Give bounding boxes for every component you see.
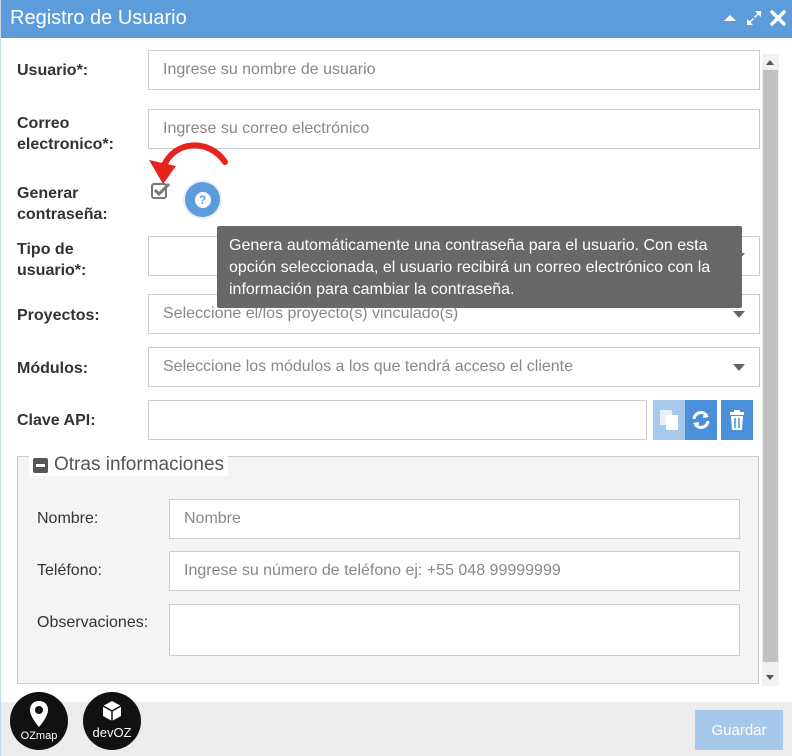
help-icon[interactable]: ? xyxy=(185,182,220,217)
chevron-down-icon xyxy=(733,311,745,318)
devoz-cube-logo xyxy=(102,701,122,721)
close-icon[interactable] xyxy=(769,9,787,27)
username-input[interactable]: Ingrese su nombre de usuario xyxy=(148,50,760,90)
username-placeholder: Ingrese su nombre de usuario xyxy=(163,61,376,78)
window-title: Registro de Usuario xyxy=(10,7,187,29)
regenerate-api-key-button[interactable] xyxy=(685,400,717,440)
delete-api-key-button[interactable] xyxy=(721,400,753,440)
modules-select[interactable]: Seleccione los módulos a los que tendrá … xyxy=(148,347,760,387)
other-info-title: Otras informaciones xyxy=(54,454,225,475)
observaciones-label: Observaciones: xyxy=(37,614,149,631)
tooltip-line2: opción seleccionada, el usuario recibirá… xyxy=(229,259,711,276)
phone-input[interactable]: Ingrese su número de teléfono ej: +55 04… xyxy=(169,551,740,591)
generar-label-line1: Generar xyxy=(17,185,79,202)
correo-label-line1: Correo xyxy=(17,115,70,132)
other-info-legend[interactable]: Otras informaciones xyxy=(29,454,229,476)
correo-label-line2: electronico*: xyxy=(17,136,114,153)
minus-square-icon[interactable] xyxy=(33,457,48,473)
chevron-down-icon xyxy=(733,364,745,371)
modules-placeholder: Seleccione los módulos a los que tendrá … xyxy=(163,358,574,375)
nombre-label: Nombre: xyxy=(37,510,99,527)
api-key-input[interactable] xyxy=(148,400,647,440)
telefono-label: Teléfono: xyxy=(37,562,102,579)
generate-password-tooltip: Genera automáticamente una contraseña pa… xyxy=(217,226,742,308)
generar-label-line2: contraseña: xyxy=(17,206,108,223)
modulos-label: Módulos: xyxy=(17,360,89,377)
generate-password-checkbox[interactable] xyxy=(151,182,171,200)
expand-icon[interactable] xyxy=(745,9,763,27)
dialog-footer: OZmap devOZ Guardar xyxy=(1,692,792,756)
devoz-logo: devOZ xyxy=(83,692,141,750)
copy-api-key-button[interactable] xyxy=(653,400,685,440)
name-placeholder: Nombre xyxy=(184,510,241,527)
scroll-down-icon[interactable] xyxy=(766,675,774,680)
phone-placeholder: Ingrese su número de teléfono ej: +55 04… xyxy=(184,562,561,579)
form-content: Usuario*: Ingrese su nombre de usuario C… xyxy=(5,38,761,702)
clave-api-label: Clave API: xyxy=(17,412,96,429)
checkbox-checked-icon xyxy=(151,182,171,199)
scrollbar-thumb[interactable] xyxy=(763,70,778,662)
ozmap-pin-logo xyxy=(30,701,48,727)
scroll-up-icon[interactable] xyxy=(766,60,774,65)
tooltip-line3: información para cambiar la contraseña. xyxy=(229,281,515,298)
save-button[interactable]: Guardar xyxy=(695,710,783,750)
help-icon-glyph: ? xyxy=(194,191,211,208)
vertical-scrollbar[interactable] xyxy=(762,54,779,686)
window-controls xyxy=(721,9,787,27)
tooltip-line1: Genera automáticamente una contraseña pa… xyxy=(229,237,708,254)
observations-textarea[interactable] xyxy=(169,604,740,656)
ozmap-logo: OZmap xyxy=(10,692,68,750)
email-input[interactable]: Ingrese su correo electrónico xyxy=(148,109,760,149)
copy-icon xyxy=(660,410,678,430)
ozmap-logo-text: OZmap xyxy=(20,730,58,742)
tipo-label-line2: usuario*: xyxy=(17,262,87,279)
tipo-label-line1: Tipo de xyxy=(17,241,74,258)
trash-icon xyxy=(730,410,744,430)
usuario-label: Usuario*: xyxy=(17,62,89,79)
user-registration-window: Registro de Usuario Usuario*: Ingrese su… xyxy=(0,0,792,756)
name-input[interactable]: Nombre xyxy=(169,499,740,539)
window-titlebar: Registro de Usuario xyxy=(1,0,792,38)
chevron-up-icon[interactable] xyxy=(721,9,739,27)
refresh-icon xyxy=(692,411,710,429)
devoz-logo-text: devOZ xyxy=(92,725,132,740)
proyectos-label: Proyectos: xyxy=(17,307,100,324)
